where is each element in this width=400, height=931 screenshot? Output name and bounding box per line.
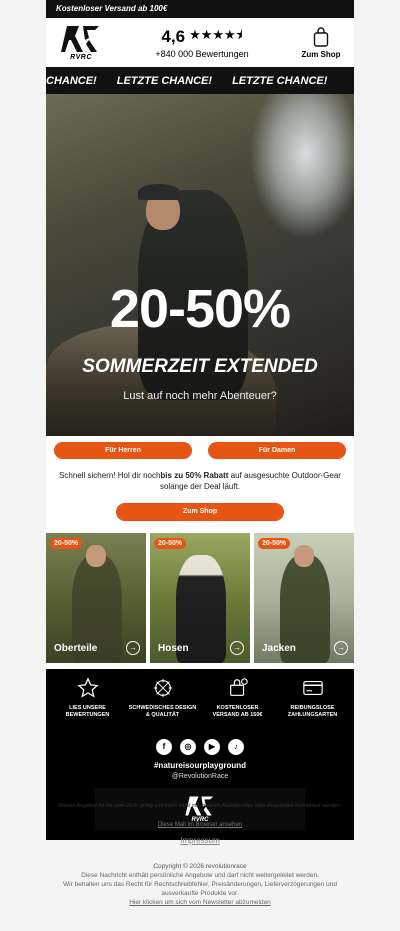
category-label: Jacken [262,642,296,654]
shop-label: Zum Shop [301,49,341,59]
shopping-bag-icon [313,26,329,47]
rvrc-logo[interactable]: RVRC [54,21,108,65]
copyright: Copyright © 2026 revolutionrace [153,863,247,870]
impressum-link[interactable]: Impressum [46,836,354,845]
arrow-right-icon[interactable]: → [230,640,244,655]
arrow-right-icon[interactable]: → [334,640,348,655]
shipping-banner: Kostenloser Versand ab 100€ [46,0,354,18]
marquee-item: LETZTE CHANCE! [116,74,213,87]
gender-buttons: Für Herren Für Damen [46,436,354,459]
legal-section: Dieses Angebot ist bis zum 26.8. gültig … [46,803,354,906]
shop-button[interactable]: Zum Shop [116,502,284,521]
hero-subheadline: SOMMERZEIT EXTENDED [82,356,318,377]
last-chance-marquee: CHANCE! LETZTE CHANCE! LETZTE CHANCE! [46,67,354,94]
women-button[interactable]: Für Damen [208,442,346,459]
youtube-icon[interactable]: ▶ [204,738,220,755]
hashtag: #natureisourplayground [153,760,246,770]
category-label: Hosen [158,642,189,654]
disclaimer: Wir behalten uns das Recht für Rechtschr… [63,881,337,898]
email-container: Kostenloser Versand ab 100€ RVRC 4,6 ★★★… [46,0,354,840]
personal-note: Diese Nachricht enthält persönliche Ange… [81,872,319,880]
men-button[interactable]: Für Herren [54,442,192,459]
rvrc-logo-icon [61,26,99,52]
category-grid: 20-50% Oberteile → 20-50% Hosen → 20-50%… [46,532,354,669]
discount-badge: 20-50% [154,537,187,549]
social-handle: @RevolutionRace [171,772,229,780]
facebook-icon[interactable]: f [156,738,172,755]
social-icons: f ◎ ▶ ♪ [46,738,354,755]
feature-shipping[interactable]: KOSTENLOSER VERSAND AB 150€ [203,677,273,719]
review-count: +840 000 Bewertungen [155,49,249,59]
delivery-icon [229,677,248,696]
category-model-head [86,544,106,567]
offer-note: Dieses Angebot ist bis zum 26.8. gültig … [58,803,342,809]
hero-tagline: Lust auf noch mehr Abenteuer? [123,390,277,402]
compass-icon [153,678,172,697]
instagram-icon[interactable]: ◎ [180,738,196,755]
feature-reviews[interactable]: LIES UNSERE BEWERTUNGEN [53,676,123,719]
feature-label: REIBUNGSLOSE ZAHLUNGSARTEN [287,704,338,718]
credit-card-icon [302,680,323,695]
cta-wrap: Zum Shop [46,493,354,533]
category-model-head [294,544,314,567]
rating-block[interactable]: 4,6 ★★★★⯨ +840 000 Bewertungen [108,26,296,59]
marquee-item: LETZTE CHANCE! [232,74,328,87]
header: RVRC 4,6 ★★★★⯨ +840 000 Bewertungen Zum … [46,18,354,67]
category-label: Oberteile [54,642,98,654]
promo-text-bold: bis zu 50% Rabatt [160,471,229,480]
marquee-item: CHANCE! [46,74,97,87]
features-row: LIES UNSERE BEWERTUNGEN SCHWEDISCHES DES… [46,676,354,719]
view-in-browser-link[interactable]: Diese Mail im Browser ansehen [46,822,354,828]
feature-payment[interactable]: REIBUNGSLOSE ZAHLUNGSARTEN [278,677,348,719]
discount-badge: 20-50% [50,537,83,549]
feature-label: LIES UNSERE BEWERTUNGEN [65,704,110,718]
promo-text: Schnell sichern! Hol dir nochbis zu 50% … [46,459,354,493]
feature-label: SCHWEDISCHES DESIGN & QUALITÄT [128,704,197,718]
star-icon [76,676,99,698]
unsubscribe-link[interactable]: Hier klicken um sich vom Newsletter abzu… [46,899,354,906]
hero-banner[interactable]: 20-50% SOMMERZEIT EXTENDED Lust auf noch… [46,94,354,436]
discount-badge: 20-50% [258,537,291,549]
tiktok-icon[interactable]: ♪ [228,738,244,755]
category-pants[interactable]: 20-50% Hosen → [150,532,250,663]
category-tops[interactable]: 20-50% Oberteile → [46,532,146,663]
hero-person-cap [138,184,180,200]
category-jackets[interactable]: 20-50% Jacken → [254,532,354,663]
rating-score: 4,6 [161,27,186,46]
arrow-right-icon[interactable]: → [126,640,140,655]
promo-text-start: Schnell sichern! Hol dir noch [59,471,161,480]
shop-link[interactable]: Zum Shop [296,26,346,59]
hero-headline: 20-50% [109,279,291,339]
logo-text: RVRC [70,54,92,61]
star-rating-icon: ★★★★⯨ [189,27,243,42]
feature-label: KOSTENLOSER VERSAND AB 150€ [212,704,263,718]
feature-design[interactable]: SCHWEDISCHES DESIGN & QUALITÄT [128,677,198,719]
